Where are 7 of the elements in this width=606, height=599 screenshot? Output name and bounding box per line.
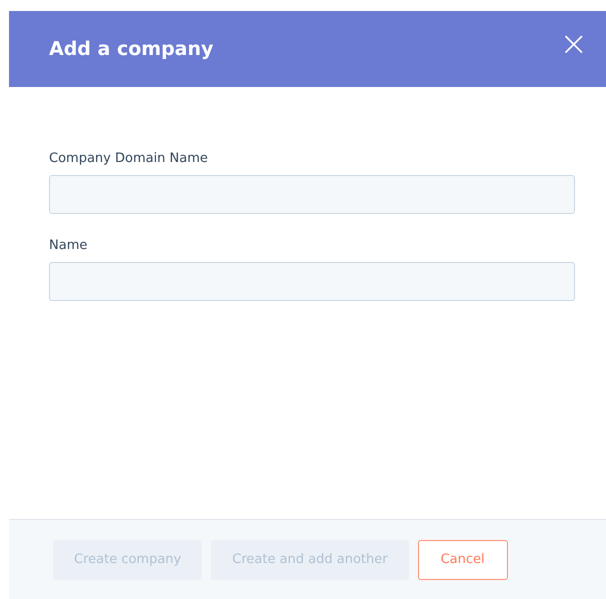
dialog-title: Add a company <box>49 38 214 60</box>
close-button[interactable]: × <box>560 27 588 61</box>
action-button[interactable]: Cancel <box>418 540 508 580</box>
field-label: Company Domain Name <box>49 151 209 166</box>
input-field[interactable] <box>49 262 575 301</box>
input-field[interactable] <box>49 175 575 214</box>
field-label: Name <box>49 238 88 253</box>
